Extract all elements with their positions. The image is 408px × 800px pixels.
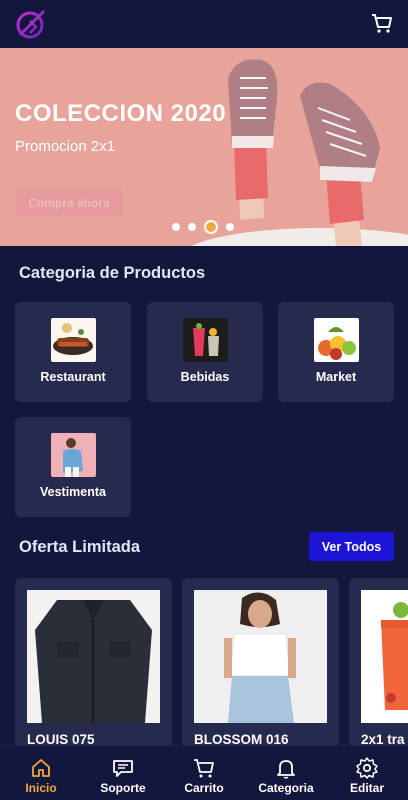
banner-subtitle: Promocion 2x1 [15, 138, 116, 155]
bell-icon [277, 760, 295, 779]
home-icon [32, 759, 50, 777]
brand-logo-icon[interactable] [14, 7, 48, 41]
nav-categoria[interactable]: Categoria [245, 746, 327, 800]
carousel-dot-active[interactable] [204, 220, 218, 234]
carousel-dot[interactable] [172, 223, 180, 231]
carousel-dot[interactable] [188, 223, 196, 231]
product-card[interactable]: BLOSSOM 016 [182, 578, 339, 748]
category-vestimenta[interactable]: Vestimenta [15, 417, 131, 517]
category-label: Restaurant [40, 370, 106, 384]
see-all-button[interactable]: Ver Todos [309, 532, 394, 561]
category-bebidas[interactable]: Bebidas [147, 302, 263, 402]
nav-inicio[interactable]: Inicio [0, 746, 82, 800]
categories-title: Categoria de Productos [19, 264, 206, 282]
nav-carrito[interactable]: Carrito [163, 746, 245, 800]
product-card[interactable]: 2x1 tra [349, 578, 408, 748]
promo-banner[interactable]: COLECCION 2020 Promocion 2x1 Compra ahor… [0, 48, 408, 246]
jacket-image [27, 590, 160, 723]
nav-editar[interactable]: Editar [326, 746, 408, 800]
category-label: Bebidas [180, 370, 230, 384]
food-image [51, 318, 96, 362]
product-card[interactable]: LOUIS 075 [15, 578, 172, 748]
chat-icon [113, 760, 133, 777]
offers-title: Oferta Limitada [19, 538, 141, 556]
bottom-navigation: Inicio Soporte Carrito Categoria Editar [0, 745, 408, 800]
app-header [0, 0, 408, 48]
banner-title: COLECCION 2020 [15, 100, 227, 127]
shop-now-button[interactable]: Compra ahora [15, 188, 123, 217]
clothing-image [51, 433, 96, 477]
nav-soporte[interactable]: Soporte [82, 746, 164, 800]
carousel-dot[interactable] [226, 223, 234, 231]
category-label: Market [315, 370, 357, 384]
carousel-dots [172, 220, 234, 234]
nav-label: Carrito [184, 781, 224, 795]
drink-product-image [361, 590, 408, 723]
category-restaurant[interactable]: Restaurant [15, 302, 131, 402]
nav-label: Inicio [25, 781, 57, 795]
category-label: Vestimenta [39, 485, 106, 499]
fruits-image [314, 318, 359, 362]
nav-label: Categoria [258, 781, 314, 795]
drinks-image [183, 318, 228, 362]
category-market[interactable]: Market [278, 302, 394, 402]
model-image [194, 590, 327, 723]
nav-label: Soporte [100, 781, 146, 795]
nav-label: Editar [349, 781, 384, 795]
cart-icon[interactable] [370, 11, 394, 35]
cart-icon [194, 759, 214, 778]
gear-icon [356, 757, 378, 779]
